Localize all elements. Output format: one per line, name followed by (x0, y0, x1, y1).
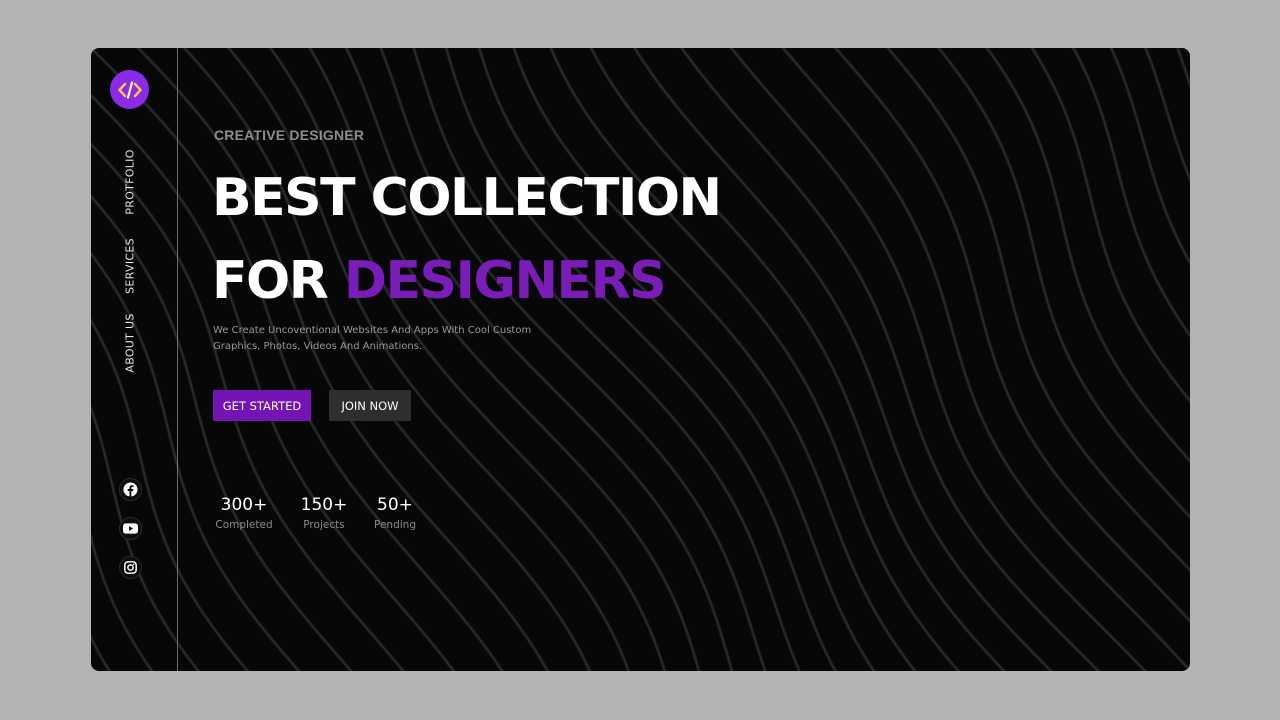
stat-completed: 300+ Completed (215, 494, 272, 531)
facebook-link[interactable] (119, 478, 142, 501)
youtube-link[interactable] (119, 517, 142, 540)
stat-projects: 150+ Projects (301, 494, 348, 531)
sidebar-divider (177, 48, 178, 671)
hero-title-line-1: BEST COLLECTION (212, 168, 722, 228)
code-icon (117, 80, 142, 99)
hero-eyebrow: CREATIVE DESIGNER (214, 127, 365, 143)
stat-label: Completed (215, 519, 273, 531)
join-now-button[interactable]: JOIN NOW (329, 390, 411, 421)
stat-value: 150+ (300, 495, 348, 515)
get-started-button[interactable]: GET STARTED (213, 390, 311, 421)
nav-portfolio[interactable]: PROTFOLIO (124, 149, 137, 214)
stat-value: 50+ (377, 495, 413, 515)
instagram-link[interactable] (119, 556, 142, 579)
hero-title-accent: DESIGNERS (343, 251, 667, 311)
stat-pending: 50+ Pending (374, 494, 416, 531)
logo[interactable] (110, 70, 149, 109)
stat-value: 300+ (220, 495, 268, 515)
hero-card: PROTFOLIO SERVICES ABOUT US CREATIVE DES… (91, 48, 1190, 671)
youtube-icon (123, 523, 138, 534)
facebook-icon (123, 482, 138, 497)
hero-title-line-2: FOR DESIGNERS (212, 255, 667, 307)
nav-services[interactable]: SERVICES (124, 238, 137, 294)
nav-about-us[interactable]: ABOUT US (124, 313, 137, 372)
hero-title-prefix: FOR (212, 251, 344, 311)
hero-description: We Create Uncoventional Websites And App… (213, 325, 532, 352)
stat-label: Pending (374, 519, 416, 531)
stat-label: Projects (303, 519, 345, 531)
instagram-icon (124, 561, 137, 574)
